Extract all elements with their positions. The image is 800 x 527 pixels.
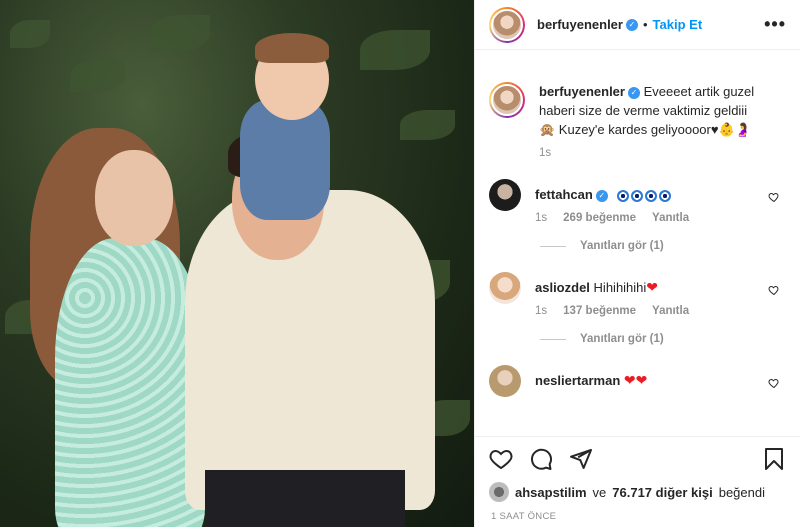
post-photo[interactable] xyxy=(0,0,474,527)
likes-connector: ve xyxy=(592,484,607,500)
view-replies[interactable]: Yanıtları gör (1) xyxy=(540,240,786,252)
replies-line xyxy=(540,245,566,247)
view-replies[interactable]: Yanıtları gör (1) xyxy=(540,333,786,345)
liker-username[interactable]: ahsapstilim xyxy=(515,485,587,500)
ellipsis-icon[interactable]: ••• xyxy=(764,14,786,35)
commenter-avatar[interactable] xyxy=(489,179,521,211)
caption-text: berfuyenenler ✓ Eveeeet artik guzel haber… xyxy=(539,82,769,139)
foliage xyxy=(70,60,125,92)
foliage xyxy=(150,15,210,51)
comment-text: fettahcan ✓ xyxy=(535,179,765,204)
post-header: berfuyenenler ✓ • Takip Et ••• xyxy=(475,0,800,50)
post-side-panel: berfuyenenler ✓ • Takip Et ••• berfuyene… xyxy=(474,0,800,527)
comment-time[interactable]: 1s xyxy=(535,212,547,224)
caption-username[interactable]: berfuyenenler xyxy=(539,84,625,99)
red-heart-emoji: ❤❤ xyxy=(623,372,648,388)
comment-time[interactable]: 1s xyxy=(535,305,547,317)
foliage xyxy=(400,110,455,140)
comment-item: fettahcan ✓ 1s 269 beğenme Yanıtla xyxy=(489,179,786,224)
post-caption: berfuyenenler ✓ Eveeeet artik guzel haber… xyxy=(489,82,786,159)
reply-button[interactable]: Yanıtla xyxy=(652,212,689,224)
author-username[interactable]: berfuyenenler xyxy=(537,17,623,32)
baby-hair xyxy=(255,33,329,63)
comment-text: nesliertarman ❤❤ xyxy=(535,365,765,390)
verified-badge-icon: ✓ xyxy=(595,189,608,202)
woman-dress xyxy=(55,238,205,527)
comment-text: asliozdel Hihihihihi❤ xyxy=(535,272,765,297)
woman-face xyxy=(95,150,173,246)
likes-summary: ahsapstilim ve 76.717 diğer kişi beğendi xyxy=(489,482,765,502)
comment-icon[interactable] xyxy=(529,447,553,471)
comment-username[interactable]: fettahcan xyxy=(535,187,593,202)
comment-username[interactable]: nesliertarman xyxy=(535,373,620,388)
separator-dot: • xyxy=(642,17,648,32)
comment-like-heart-icon[interactable] xyxy=(768,377,780,389)
reply-button[interactable]: Yanıtla xyxy=(652,305,689,317)
comment-like-heart-icon[interactable] xyxy=(768,284,780,296)
comment-username[interactable]: asliozdel xyxy=(535,280,590,295)
post-timestamp[interactable]: 1 SAAT ÖNCE xyxy=(491,511,556,522)
heart-icon[interactable] xyxy=(489,447,513,471)
author-avatar[interactable] xyxy=(489,82,525,118)
comment-likes[interactable]: 269 beğenme xyxy=(563,212,636,224)
follow-button[interactable]: Takip Et xyxy=(653,17,703,32)
verified-badge-icon: ✓ xyxy=(625,18,638,31)
comment-item: nesliertarman ❤❤ xyxy=(489,365,786,397)
comment-meta: 1s 137 beğenme Yanıtla xyxy=(535,305,765,317)
comment-like-heart-icon[interactable] xyxy=(768,191,780,203)
red-heart-emoji: ❤ xyxy=(646,279,659,295)
action-bar xyxy=(475,436,800,480)
caption-time[interactable]: 1s xyxy=(539,147,551,159)
caption-line: haberi size de verme vaktimiz geldiii xyxy=(539,103,748,118)
comment-meta: 1s 269 beğenme Yanıtla xyxy=(535,212,765,224)
evil-eye-emoji xyxy=(611,187,672,202)
author-avatar[interactable] xyxy=(489,6,525,43)
view-replies-label[interactable]: Yanıtları gör (1) xyxy=(580,333,664,345)
replies-line xyxy=(540,338,566,340)
man-pants xyxy=(205,470,405,527)
commenter-avatar[interactable] xyxy=(489,365,521,397)
comment-likes[interactable]: 137 beğenme xyxy=(563,305,636,317)
foliage xyxy=(360,30,430,70)
commenter-avatar[interactable] xyxy=(489,272,521,304)
comment-item: asliozdel Hihihihihi❤ 1s 137 beğenme Yan… xyxy=(489,272,786,317)
liker-avatar[interactable] xyxy=(489,482,509,502)
view-replies-label[interactable]: Yanıtları gör (1) xyxy=(580,240,664,252)
likes-count[interactable]: 76.717 diğer kişi xyxy=(612,485,712,500)
caption-line: Eveeeet artik guzel xyxy=(643,84,755,99)
foliage xyxy=(10,20,50,48)
bookmark-icon[interactable] xyxy=(762,447,786,471)
comments-list[interactable]: berfuyenenler ✓ Eveeeet artik guzel haber… xyxy=(475,64,800,434)
caption-meta: 1s xyxy=(539,147,769,159)
caption-line: 🙊 Kuzey'e kardes geliyoooor♥👶🤰 xyxy=(539,122,751,137)
verified-badge-icon: ✓ xyxy=(627,86,640,99)
comment-body: Hihihihihi xyxy=(593,280,647,295)
likes-suffix: beğendi xyxy=(718,484,765,500)
paper-plane-icon[interactable] xyxy=(569,447,593,471)
